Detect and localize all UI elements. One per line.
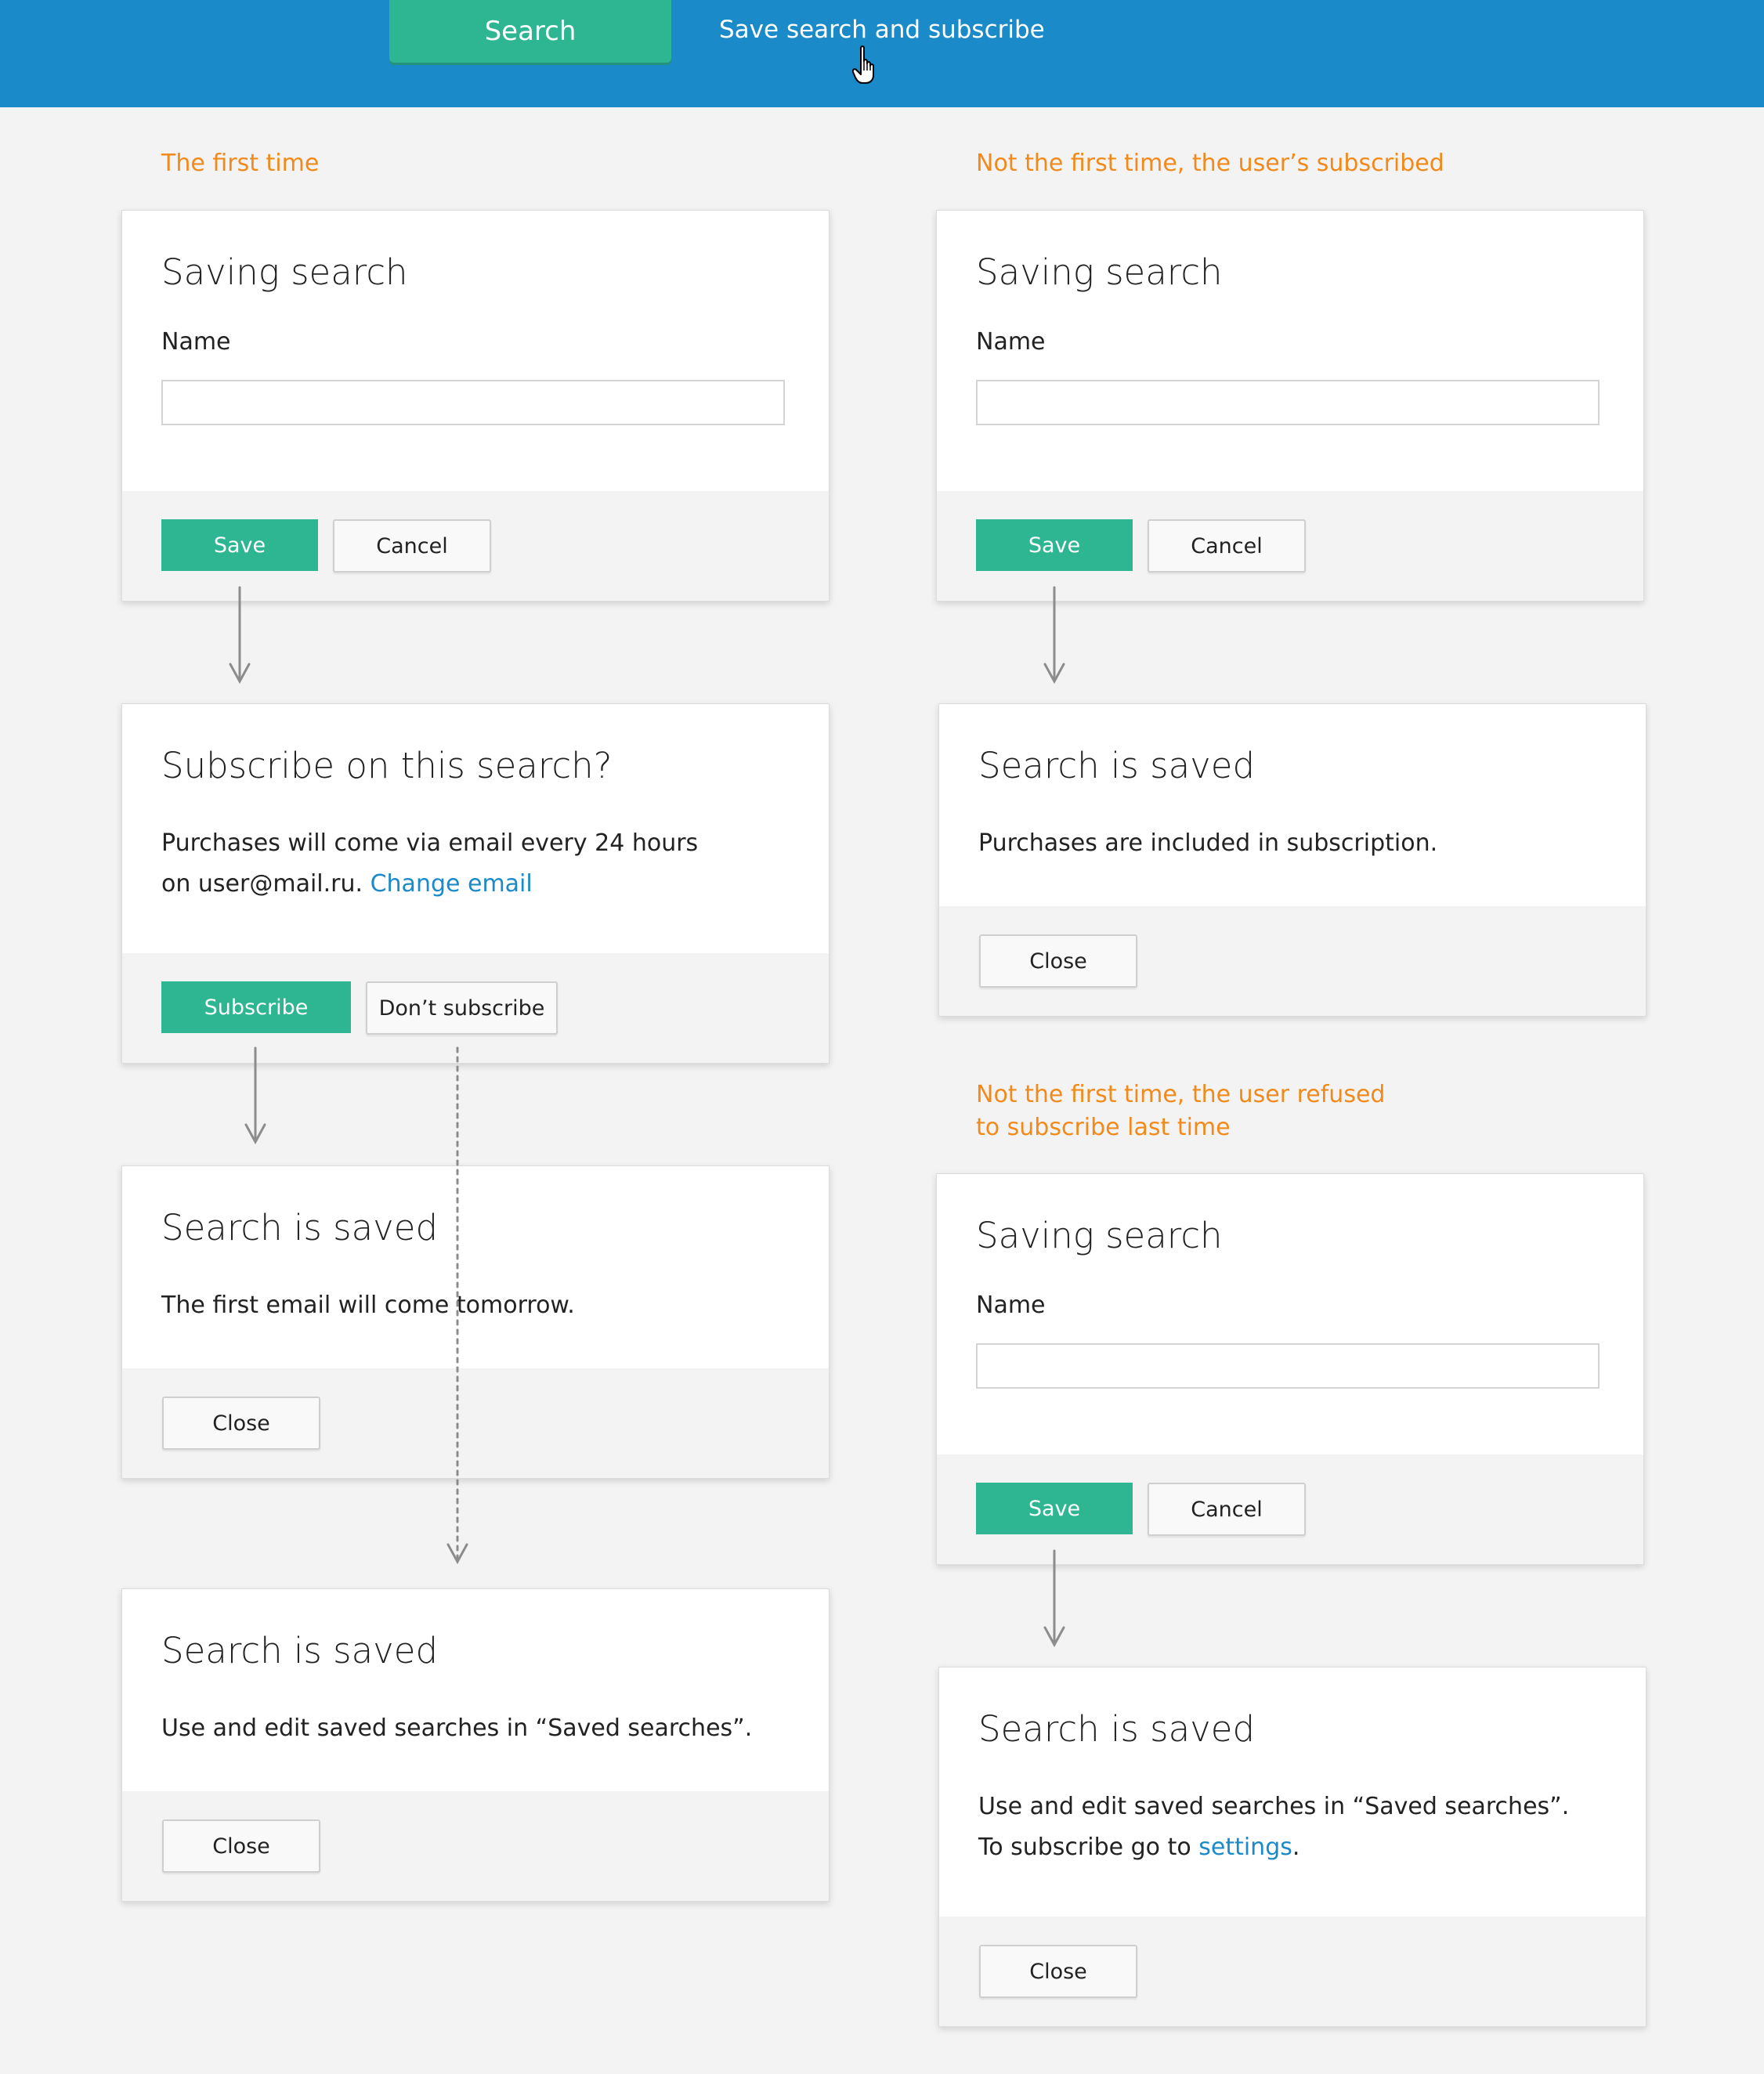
dialog-footer: Save Cancel — [122, 491, 829, 601]
email-text: on user@mail.ru. — [161, 870, 363, 898]
arrow-down-icon — [1043, 1549, 1065, 1648]
saved-text-line1: Use and edit saved searches in “Saved se… — [978, 1793, 1570, 1820]
subscribe-text-line2: on user@mail.ru. Change email — [161, 864, 698, 905]
subscribe-dialog: Subscribe on this search? Purchases will… — [121, 703, 830, 1064]
search-saved-dialog-settings: Search is saved Use and edit saved searc… — [938, 1667, 1647, 2027]
save-button[interactable]: Save — [161, 519, 318, 571]
saved-text: Use and edit saved searches in “Saved se… — [978, 1787, 1569, 1868]
hand-pointer-icon — [852, 45, 874, 84]
cancel-button[interactable]: Cancel — [1148, 1483, 1306, 1536]
name-label: Name — [161, 328, 231, 356]
search-saved-dialog-included: Search is saved Purchases are included i… — [938, 703, 1647, 1017]
dialog-footer: Subscribe Don’t subscribe — [122, 953, 829, 1063]
subscribe-text-line1: Purchases will come via email every 24 h… — [161, 829, 699, 857]
dont-subscribe-button[interactable]: Don’t subscribe — [366, 981, 558, 1035]
change-email-link[interactable]: Change email — [371, 870, 533, 898]
saved-text: Purchases are included in subscription. — [978, 829, 1438, 857]
subscribe-button[interactable]: Subscribe — [161, 981, 351, 1033]
search-saved-dialog-first-email: Search is saved The first email will com… — [121, 1165, 830, 1479]
caption-first-time: The first time — [161, 150, 320, 177]
close-button[interactable]: Close — [979, 1945, 1137, 1998]
dialog-title: Saving search — [976, 251, 1223, 293]
saving-search-dialog-subscribed: Saving search Name Save Cancel — [936, 210, 1644, 602]
name-label: Name — [976, 1292, 1046, 1319]
dialog-title: Search is saved — [161, 1207, 439, 1248]
close-button[interactable]: Close — [162, 1819, 320, 1873]
dialog-footer: Close — [122, 1368, 829, 1478]
saving-search-dialog-first: Saving search Name Save Cancel — [121, 210, 830, 602]
cancel-button[interactable]: Cancel — [1148, 519, 1306, 573]
caption-refused: Not the first time, the user refused to … — [976, 1079, 1385, 1144]
arrow-down-icon — [1043, 586, 1065, 685]
caption-refused-line2: to subscribe last time — [976, 1114, 1231, 1141]
dialog-footer: Close — [939, 906, 1646, 1016]
dialog-footer: Save Cancel — [937, 1454, 1643, 1564]
search-button[interactable]: Search — [389, 0, 671, 63]
caption-subscribed: Not the first time, the user’s subscribe… — [976, 150, 1444, 177]
close-button[interactable]: Close — [162, 1397, 320, 1450]
name-input[interactable] — [161, 380, 785, 425]
dialog-title: Saving search — [161, 251, 408, 293]
dialog-footer: Close — [939, 1917, 1646, 2026]
name-input[interactable] — [976, 380, 1600, 425]
close-button[interactable]: Close — [979, 934, 1137, 988]
subscribe-text: Purchases will come via email every 24 h… — [161, 823, 698, 905]
dialog-footer: Close — [122, 1791, 829, 1901]
saved-text-line2: To subscribe go to settings. — [978, 1827, 1569, 1868]
subscribe-hint: To subscribe go to — [978, 1834, 1191, 1861]
saving-search-dialog-refused: Saving search Name Save Cancel — [936, 1173, 1644, 1565]
period: . — [1292, 1834, 1300, 1861]
saved-text: The first email will come tomorrow. — [161, 1292, 575, 1319]
dialog-title: Search is saved — [978, 1708, 1256, 1750]
cancel-button[interactable]: Cancel — [333, 519, 491, 573]
top-bar: Search Save search and subscribe — [0, 0, 1764, 107]
caption-refused-line1: Not the first time, the user refused — [976, 1081, 1386, 1108]
name-input[interactable] — [976, 1343, 1600, 1389]
dialog-footer: Save Cancel — [937, 491, 1643, 601]
name-label: Name — [976, 328, 1046, 356]
dialog-title: Subscribe on this search? — [161, 745, 613, 786]
settings-link[interactable]: settings — [1198, 1834, 1292, 1861]
save-button[interactable]: Save — [976, 519, 1133, 571]
save-button[interactable]: Save — [976, 1483, 1133, 1534]
save-search-and-subscribe-link[interactable]: Save search and subscribe — [719, 16, 1045, 44]
dialog-title: Search is saved — [978, 745, 1256, 786]
dialog-title: Saving search — [976, 1215, 1223, 1256]
arrow-down-icon — [229, 586, 251, 685]
dialog-title: Search is saved — [161, 1630, 439, 1671]
saved-text: Use and edit saved searches in “Saved se… — [161, 1714, 753, 1742]
search-saved-dialog-use-edit: Search is saved Use and edit saved searc… — [121, 1588, 830, 1902]
